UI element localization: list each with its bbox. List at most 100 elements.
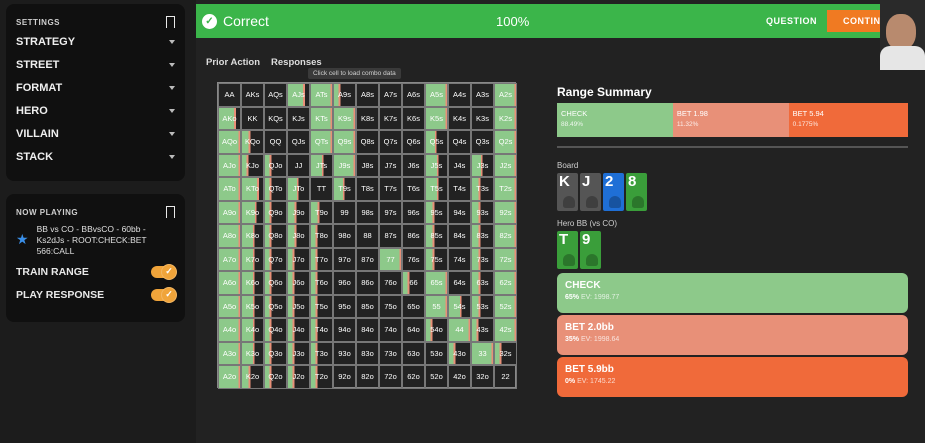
grid-cell[interactable]: A3s xyxy=(471,83,494,107)
grid-cell[interactable]: Q6s xyxy=(402,130,425,154)
grid-cell[interactable]: 99 xyxy=(333,200,356,224)
grid-cell[interactable]: 64o xyxy=(402,318,425,342)
grid-cell[interactable]: 92o xyxy=(333,365,356,389)
grid-cell[interactable]: 76s xyxy=(402,247,425,271)
grid-cell[interactable]: K7o xyxy=(241,247,264,271)
grid-cell[interactable]: 75s xyxy=(425,247,448,271)
grid-cell[interactable]: K8o xyxy=(241,224,264,248)
grid-cell[interactable]: 33 xyxy=(471,341,494,365)
grid-cell[interactable]: JJ xyxy=(287,153,310,177)
grid-cell[interactable]: 42s xyxy=(494,318,517,342)
grid-cell[interactable]: 73s xyxy=(471,247,494,271)
grid-cell[interactable]: 65s xyxy=(425,271,448,295)
toggle-switch[interactable]: ✓ xyxy=(151,286,177,303)
settings-item-street[interactable]: STREET xyxy=(16,53,175,76)
grid-cell[interactable]: J7o xyxy=(287,247,310,271)
grid-cell[interactable]: T9s xyxy=(333,177,356,201)
grid-cell[interactable]: 77 xyxy=(379,247,402,271)
grid-cell[interactable]: 98s xyxy=(356,200,379,224)
grid-cell[interactable]: 43o xyxy=(448,341,471,365)
grid-cell[interactable]: 83o xyxy=(356,341,379,365)
grid-cell[interactable]: K8s xyxy=(356,106,379,130)
grid-cell[interactable]: KQo xyxy=(241,130,264,154)
grid-cell[interactable]: 95s xyxy=(425,200,448,224)
grid-cell[interactable]: J7s xyxy=(379,153,402,177)
grid-cell[interactable]: 95o xyxy=(333,294,356,318)
settings-item-hero[interactable]: HERO xyxy=(16,99,175,122)
grid-cell[interactable]: 72o xyxy=(379,365,402,389)
grid-cell[interactable]: A8s xyxy=(356,83,379,107)
grid-cell[interactable]: A2o xyxy=(218,365,241,389)
grid-cell[interactable]: QQ xyxy=(264,130,287,154)
grid-cell[interactable]: A4o xyxy=(218,318,241,342)
grid-cell[interactable]: 55 xyxy=(425,294,448,318)
grid-cell[interactable]: J4s xyxy=(448,153,471,177)
grid-cell[interactable]: Q4s xyxy=(448,130,471,154)
grid-cell[interactable]: T5s xyxy=(425,177,448,201)
grid-cell[interactable]: 53s xyxy=(471,294,494,318)
grid-cell[interactable]: 66 xyxy=(402,271,425,295)
grid-cell[interactable]: 54o xyxy=(425,318,448,342)
grid-cell[interactable]: T2o xyxy=(310,365,333,389)
grid-cell[interactable]: 93o xyxy=(333,341,356,365)
now-playing-spot[interactable]: ★ BB vs CO - BBvsCO - 60bb - Ks2dJs - RO… xyxy=(16,224,175,257)
grid-cell[interactable]: Q3s xyxy=(471,130,494,154)
grid-cell[interactable]: T9o xyxy=(310,200,333,224)
grid-cell[interactable]: 97s xyxy=(379,200,402,224)
grid-cell[interactable]: 53o xyxy=(425,341,448,365)
grid-cell[interactable]: Q8s xyxy=(356,130,379,154)
grid-cell[interactable]: QJs xyxy=(287,130,310,154)
grid-cell[interactable]: 84o xyxy=(356,318,379,342)
grid-cell[interactable]: T3o xyxy=(310,341,333,365)
grid-cell[interactable]: AQs xyxy=(264,83,287,107)
grid-cell[interactable]: K4o xyxy=(241,318,264,342)
grid-cell[interactable]: KTo xyxy=(241,177,264,201)
grid-cell[interactable]: J5s xyxy=(425,153,448,177)
grid-cell[interactable]: AJs xyxy=(287,83,310,107)
grid-cell[interactable]: Q6o xyxy=(264,271,287,295)
grid-cell[interactable]: T4s xyxy=(448,177,471,201)
grid-cell[interactable]: A6o xyxy=(218,271,241,295)
settings-item-format[interactable]: FORMAT xyxy=(16,76,175,99)
grid-cell[interactable]: J2o xyxy=(287,365,310,389)
grid-cell[interactable]: 82s xyxy=(494,224,517,248)
grid-cell[interactable]: 63s xyxy=(471,271,494,295)
grid-cell[interactable]: K3s xyxy=(471,106,494,130)
grid-cell[interactable]: Q5s xyxy=(425,130,448,154)
grid-cell[interactable]: Q2o xyxy=(264,365,287,389)
grid-cell[interactable]: J6o xyxy=(287,271,310,295)
grid-cell[interactable]: K6o xyxy=(241,271,264,295)
grid-cell[interactable]: 62o xyxy=(402,365,425,389)
grid-cell[interactable]: T6o xyxy=(310,271,333,295)
grid-cell[interactable]: 32o xyxy=(471,365,494,389)
grid-cell[interactable]: T4o xyxy=(310,318,333,342)
grid-cell[interactable]: AA xyxy=(218,83,241,107)
bookmark-icon[interactable] xyxy=(166,16,175,32)
grid-cell[interactable]: 65o xyxy=(402,294,425,318)
action-bet-5-9bb[interactable]: BET 5.9bb 0% EV: 1745.22 xyxy=(557,357,908,397)
grid-cell[interactable]: 83s xyxy=(471,224,494,248)
tab-prior-action[interactable]: Prior Action xyxy=(206,57,260,68)
grid-cell[interactable]: K5o xyxy=(241,294,264,318)
grid-cell[interactable]: Q7s xyxy=(379,130,402,154)
grid-cell[interactable]: 87s xyxy=(379,224,402,248)
grid-cell[interactable]: 75o xyxy=(379,294,402,318)
grid-cell[interactable]: T7o xyxy=(310,247,333,271)
grid-cell[interactable]: AKo xyxy=(218,106,241,130)
grid-cell[interactable]: K2o xyxy=(241,365,264,389)
grid-cell[interactable]: K5s xyxy=(425,106,448,130)
grid-cell[interactable]: 72s xyxy=(494,247,517,271)
grid-cell[interactable]: A5s xyxy=(425,83,448,107)
grid-cell[interactable]: K2s xyxy=(494,106,517,130)
grid-cell[interactable]: 82o xyxy=(356,365,379,389)
grid-cell[interactable]: A9o xyxy=(218,200,241,224)
grid-cell[interactable]: 92s xyxy=(494,200,517,224)
grid-cell[interactable]: Q3o xyxy=(264,341,287,365)
grid-cell[interactable]: 54s xyxy=(448,294,471,318)
grid-cell[interactable]: KJs xyxy=(287,106,310,130)
grid-cell[interactable]: KJo xyxy=(241,153,264,177)
grid-cell[interactable]: J9s xyxy=(333,153,356,177)
settings-item-villain[interactable]: VILLAIN xyxy=(16,122,175,145)
grid-cell[interactable]: Q5o xyxy=(264,294,287,318)
settings-item-stack[interactable]: STACK xyxy=(16,145,175,168)
